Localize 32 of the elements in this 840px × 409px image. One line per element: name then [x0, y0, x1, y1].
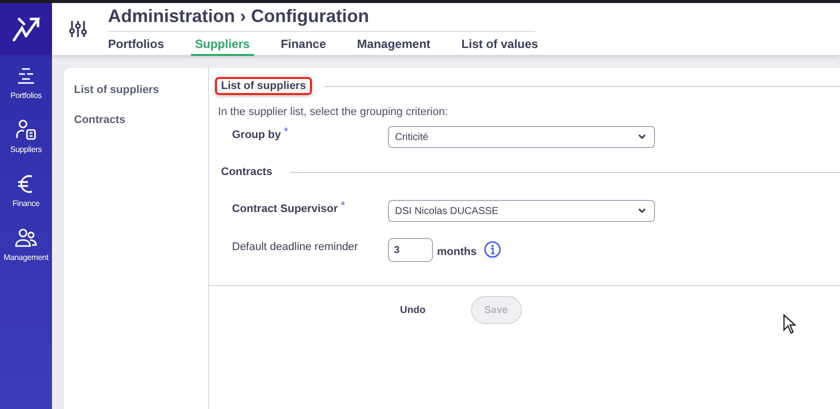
rail-item[interactable]: Suppliers	[4, 119, 48, 163]
info-icon[interactable]	[484, 241, 501, 258]
chevron-icon	[638, 134, 646, 140]
section-title: List of suppliers	[215, 77, 312, 95]
person-document-icon	[14, 119, 37, 141]
tab[interactable]: Portfolios	[108, 32, 164, 56]
instruction-text: In the supplier list, select the grouping criterion:	[218, 106, 449, 118]
number-field[interactable]: 3	[388, 238, 433, 262]
sliders-icon[interactable]	[69, 20, 87, 38]
required-mark: *	[340, 200, 346, 212]
tab[interactable]: Finance	[280, 32, 326, 56]
rail-item[interactable]: Management	[4, 227, 48, 271]
field-label: Contract Supervisor	[232, 202, 338, 215]
tab[interactable]: Management	[357, 32, 430, 56]
unit-label: months	[437, 246, 477, 258]
mouse-pointer-icon	[783, 314, 797, 334]
rail-item[interactable]: Finance	[4, 173, 48, 217]
required-mark: *	[284, 126, 288, 138]
dropdown[interactable]: Criticité	[388, 126, 655, 148]
side-nav-item[interactable]: Contracts	[74, 114, 208, 126]
field-label: Default deadline reminder	[232, 240, 358, 253]
field-label: Group by	[232, 128, 281, 141]
rail-item[interactable]: Portfolios	[4, 65, 48, 109]
side-nav-item[interactable]: List of suppliers	[74, 84, 208, 96]
people-icon	[14, 227, 37, 249]
chevron-icon	[638, 208, 646, 214]
section-title: Contracts	[220, 165, 274, 180]
undo-button[interactable]: Undo	[400, 298, 426, 322]
dropdown[interactable]: DSI Nicolas DUCASSE	[388, 200, 655, 222]
tab[interactable]: List of values	[461, 32, 538, 56]
bars-icon	[16, 65, 36, 87]
page-title: Administration › Configuration	[108, 3, 535, 32]
